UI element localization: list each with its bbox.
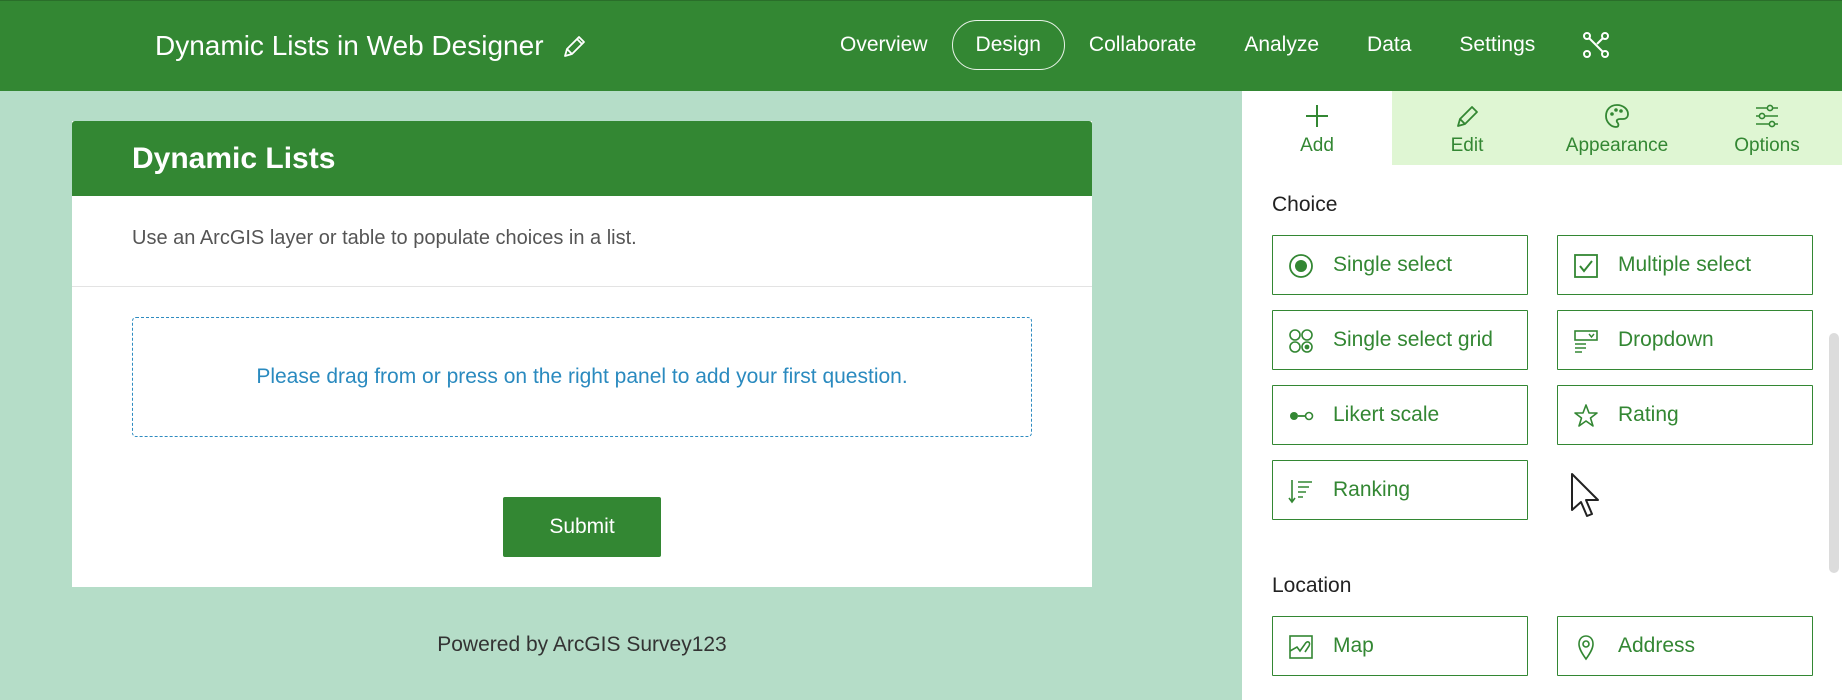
question-type-label: Likert scale <box>1333 403 1440 426</box>
dropzone-text: Please drag from or press on the right p… <box>256 365 908 388</box>
submit-button[interactable]: Submit <box>503 497 661 557</box>
sliders-icon <box>1756 104 1778 128</box>
pencil-icon[interactable] <box>560 33 588 61</box>
question-type-label: Multiple select <box>1618 253 1752 276</box>
likert-icon <box>1290 411 1314 421</box>
tab-label: Options <box>1734 135 1800 156</box>
palette-icon <box>1605 104 1629 128</box>
tab-label: Appearance <box>1565 135 1669 156</box>
radio-icon <box>1289 254 1313 278</box>
question-type-label: Single select grid <box>1333 328 1493 351</box>
nav-collaborate[interactable]: Collaborate <box>1065 20 1220 70</box>
question-type-label: Map <box>1333 634 1374 657</box>
plus-icon <box>1306 105 1328 127</box>
question-type-label: Ranking <box>1333 478 1411 501</box>
ranking-icon <box>1288 480 1312 504</box>
ranking-button[interactable]: Ranking <box>1272 460 1528 520</box>
nav-settings[interactable]: Settings <box>1435 20 1559 70</box>
question-type-label: Address <box>1618 634 1696 657</box>
dropdown-icon <box>1574 330 1598 353</box>
nav-overview[interactable]: Overview <box>816 20 952 70</box>
pencil-icon <box>1457 106 1478 127</box>
map-icon <box>1289 635 1313 659</box>
question-type-label: Rating <box>1618 403 1679 426</box>
share-icon[interactable] <box>1582 31 1610 59</box>
dropdown-button[interactable]: Dropdown <box>1557 310 1813 370</box>
section-title-choice: Choice <box>1272 193 1338 216</box>
tab-add[interactable]: Add <box>1242 91 1392 165</box>
divider <box>72 286 1092 287</box>
nav-analyze[interactable]: Analyze <box>1220 20 1343 70</box>
tab-label: Edit <box>1450 135 1484 156</box>
survey-title: Dynamic Lists in Web Designer <box>155 30 544 61</box>
rating-button[interactable]: Rating <box>1557 385 1813 445</box>
likert-scale-button[interactable]: Likert scale <box>1272 385 1528 445</box>
pin-icon <box>1578 635 1594 661</box>
address-button[interactable]: Address <box>1557 616 1813 676</box>
form-title[interactable]: Dynamic Lists <box>132 141 335 177</box>
map-button[interactable]: Map <box>1272 616 1528 676</box>
question-type-label: Single select <box>1333 253 1453 276</box>
star-icon <box>1574 404 1598 427</box>
panel-tabs: Add Edit Appearance Options <box>1242 91 1842 165</box>
nav-design[interactable]: Design <box>951 20 1065 70</box>
powered-by-footer: Powered by ArcGIS Survey123 <box>437 633 727 656</box>
tab-edit[interactable]: Edit <box>1392 91 1542 165</box>
tab-label: Add <box>1300 135 1334 156</box>
grid-icon <box>1289 329 1313 353</box>
tab-appearance[interactable]: Appearance <box>1542 91 1692 165</box>
add-panel: Add Edit Appearance Options Choice Singl… <box>1242 91 1842 700</box>
single-select-button[interactable]: Single select <box>1272 235 1528 295</box>
form-canvas: Dynamic Lists Use an ArcGIS layer or tab… <box>72 121 1092 587</box>
section-title-location: Location <box>1272 574 1352 597</box>
checkbox-icon <box>1574 254 1598 278</box>
question-type-label: Dropdown <box>1618 328 1714 351</box>
top-bar: Dynamic Lists in Web Designer Overview D… <box>0 0 1842 91</box>
panel-scrollbar[interactable] <box>1829 333 1839 573</box>
single-select-grid-button[interactable]: Single select grid <box>1272 310 1528 370</box>
tab-options[interactable]: Options <box>1692 91 1842 165</box>
form-description[interactable]: Use an ArcGIS layer or table to populate… <box>132 227 637 250</box>
question-dropzone[interactable]: Please drag from or press on the right p… <box>132 317 1032 437</box>
main-nav: Overview Design Collaborate Analyze Data… <box>816 19 1559 71</box>
mouse-cursor-icon <box>1571 473 1599 517</box>
multiple-select-button[interactable]: Multiple select <box>1557 235 1813 295</box>
nav-data[interactable]: Data <box>1343 20 1435 70</box>
